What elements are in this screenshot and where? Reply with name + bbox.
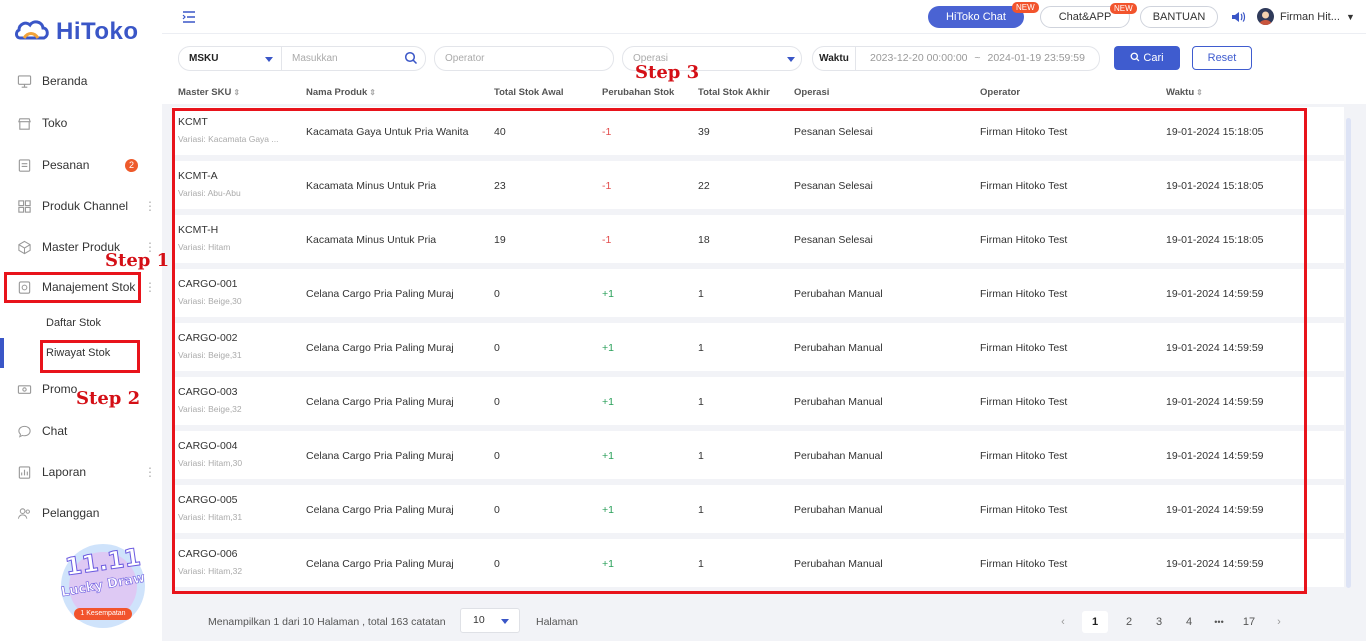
table-header: Master SKU ⇕ Nama Produk ⇕ Total Stok Awal… bbox=[162, 82, 1366, 104]
page-ellipsis[interactable]: ••• bbox=[1206, 611, 1232, 633]
caret-down-icon bbox=[787, 57, 795, 62]
column-header-total-stok-awal: Total Stok Awal bbox=[494, 87, 564, 98]
waktu-label: Waktu bbox=[812, 46, 856, 71]
filter-bar: MSKU Masukkan Operator Operasi Waktu 202… bbox=[162, 34, 1366, 82]
reset-button[interactable]: Reset bbox=[1192, 46, 1252, 70]
page-button-2[interactable]: 2 bbox=[1116, 611, 1142, 633]
sidebar-item-pesanan[interactable]: Pesanan 2 bbox=[0, 146, 162, 184]
caret-down-icon bbox=[265, 57, 273, 62]
sidebar-item-label: Promo bbox=[42, 382, 78, 396]
operator-input[interactable]: Operator bbox=[434, 46, 614, 71]
hitoko-logo-icon bbox=[15, 20, 49, 40]
notification-badge: 2 bbox=[125, 158, 138, 172]
search-icon[interactable] bbox=[404, 51, 418, 65]
column-header-operasi: Operasi bbox=[794, 87, 830, 98]
search-icon bbox=[1130, 52, 1140, 62]
annotation-step2-label: Step 2 bbox=[76, 388, 141, 409]
hitoko-chat-button[interactable]: HiToko Chat bbox=[928, 6, 1024, 28]
pagination-summary: Menampilkan 1 dari 10 Halaman , total 16… bbox=[208, 616, 446, 628]
promo-chance-label: 1 Kesempatan bbox=[74, 608, 132, 620]
page-button-3[interactable]: 3 bbox=[1146, 611, 1172, 633]
report-icon bbox=[16, 464, 32, 480]
annotation-step1-label: Step 1 bbox=[105, 250, 170, 271]
top-bar: HiToko Chat NEW Chat&APP NEW BANTUAN Fir… bbox=[162, 0, 1366, 34]
sidebar-item-produk-channel[interactable]: Produk Channel ⋮ bbox=[0, 187, 162, 225]
column-header-perubahan-stok: Perubahan Stok bbox=[602, 87, 675, 98]
column-header-master-sku[interactable]: Master SKU ⇕ bbox=[178, 87, 240, 98]
column-header-total-stok-akhir: Total Stok Akhir bbox=[698, 87, 770, 98]
prev-page-button[interactable]: ‹ bbox=[1050, 611, 1076, 633]
grid-icon bbox=[16, 198, 32, 214]
column-header-nama-produk[interactable]: Nama Produk ⇕ bbox=[306, 87, 376, 98]
more-vertical-icon[interactable]: ⋮ bbox=[144, 465, 156, 479]
cube-icon bbox=[16, 239, 32, 255]
page-button-1[interactable]: 1 bbox=[1082, 611, 1108, 633]
annotation-box-step2 bbox=[40, 340, 140, 373]
speaker-icon[interactable] bbox=[1230, 9, 1246, 25]
sidebar-item-laporan[interactable]: Laporan ⋮ bbox=[0, 453, 162, 491]
search-button[interactable]: Cari bbox=[1114, 46, 1180, 70]
sidebar: HiToko Beranda Toko Pesanan 2 Produk Cha… bbox=[0, 0, 162, 641]
sidebar-item-pelanggan[interactable]: Pelanggan bbox=[0, 494, 162, 532]
annotation-box-step3 bbox=[172, 108, 1307, 594]
sidebar-subitem-daftar-stok[interactable]: Daftar Stok bbox=[46, 317, 101, 329]
sidebar-item-beranda[interactable]: Beranda bbox=[0, 62, 162, 100]
date-range-picker[interactable]: 2023-12-20 00:00:00 ~ 2024-01-19 23:59:5… bbox=[856, 46, 1100, 71]
sidebar-item-label: Toko bbox=[42, 116, 68, 130]
new-tag: NEW bbox=[1012, 2, 1039, 13]
menu-collapse-icon[interactable] bbox=[182, 10, 196, 24]
more-vertical-icon[interactable]: ⋮ bbox=[144, 280, 156, 294]
halaman-label: Halaman bbox=[536, 616, 579, 628]
annotation-step3-label: Step 3 bbox=[635, 62, 700, 83]
promo-icon bbox=[16, 381, 32, 397]
sidebar-item-label: Pelanggan bbox=[42, 506, 100, 520]
sidebar-item-label: Beranda bbox=[42, 74, 88, 88]
new-tag: NEW bbox=[1110, 3, 1137, 14]
user-name[interactable]: Firman Hit... bbox=[1280, 11, 1340, 23]
pagination-bar: Menampilkan 1 dari 10 Halaman , total 16… bbox=[162, 600, 1366, 641]
next-page-button[interactable]: › bbox=[1266, 611, 1292, 633]
sidebar-item-label: Laporan bbox=[42, 465, 87, 479]
customer-icon bbox=[16, 505, 32, 521]
sort-icon: ⇕ bbox=[1196, 88, 1203, 97]
column-header-waktu[interactable]: Waktu ⇕ bbox=[1166, 87, 1203, 98]
sidebar-item-label: Chat bbox=[42, 424, 68, 438]
logo[interactable]: HiToko bbox=[14, 18, 139, 46]
order-icon bbox=[16, 157, 32, 173]
caret-down-icon[interactable]: ▼ bbox=[1346, 12, 1355, 22]
more-vertical-icon[interactable]: ⋮ bbox=[144, 199, 156, 213]
avatar[interactable] bbox=[1257, 8, 1274, 25]
store-icon bbox=[16, 115, 32, 131]
monitor-icon bbox=[16, 73, 32, 89]
chat-icon bbox=[16, 423, 32, 439]
sort-icon: ⇕ bbox=[233, 88, 241, 97]
sidebar-item-label: Pesanan bbox=[42, 158, 90, 172]
sidebar-item-chat[interactable]: Chat bbox=[0, 412, 162, 450]
caret-down-icon bbox=[501, 619, 509, 624]
page-size-select[interactable]: 10 bbox=[460, 608, 520, 633]
sidebar-item-label: Produk Channel bbox=[42, 199, 129, 213]
sort-icon: ⇕ bbox=[369, 88, 376, 97]
bantuan-button[interactable]: BANTUAN bbox=[1140, 6, 1218, 28]
active-indicator bbox=[0, 338, 4, 368]
annotation-box-step1 bbox=[4, 272, 141, 303]
sku-type-select[interactable]: MSKU bbox=[178, 46, 282, 71]
page-button-17[interactable]: 17 bbox=[1236, 611, 1262, 633]
brand-name: HiToko bbox=[56, 18, 139, 45]
column-header-operator: Operator bbox=[980, 87, 1021, 98]
vertical-scrollbar[interactable] bbox=[1346, 118, 1351, 588]
page-button-4[interactable]: 4 bbox=[1176, 611, 1202, 633]
lucky-draw-promo[interactable]: 11.11 Lucky Draw 1 Kesempatan bbox=[54, 540, 152, 630]
sidebar-item-toko[interactable]: Toko bbox=[0, 104, 162, 142]
